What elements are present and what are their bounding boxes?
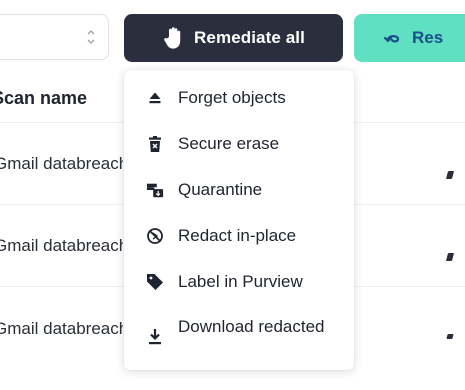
remediate-all-label: Remediate all — [194, 28, 305, 47]
column-header-scan-name: Scan name — [0, 88, 88, 108]
remediate-menu: Forget objects Secure erase Quarantine R… — [124, 70, 354, 370]
menu-item-redact-in-place[interactable]: Redact in-place — [124, 215, 354, 257]
undo-arrow-icon — [384, 35, 400, 43]
scan-select[interactable] — [0, 14, 109, 60]
cell-edge-fragment — [445, 253, 455, 261]
tag-icon — [146, 273, 164, 291]
menu-item-label: Forget objects — [178, 88, 286, 107]
cell-edge-fragment — [446, 334, 454, 339]
menu-item-quarantine[interactable]: Quarantine — [124, 169, 354, 211]
hand-icon — [164, 27, 181, 49]
menu-item-download-redacted[interactable]: Download redacted — [124, 313, 354, 359]
table-cell-scan-name[interactable]: Gmail databreach — [0, 154, 123, 174]
menu-item-label: Redact in-place — [178, 226, 297, 245]
eject-icon — [146, 89, 164, 107]
table-cell-scan-name[interactable]: Gmail databreach — [0, 236, 123, 256]
menu-item-label: Secure erase — [178, 134, 280, 153]
slash-circle-icon — [146, 227, 164, 245]
menu-item-label: Label in Purview — [178, 272, 303, 291]
menu-item-label-in-purview[interactable]: Label in Purview — [124, 261, 354, 303]
restore-label: Res — [412, 28, 444, 47]
remediate-all-button[interactable]: Remediate all — [124, 14, 343, 62]
truck-box-icon — [146, 181, 164, 199]
download-icon — [146, 327, 164, 345]
menu-item-forget-objects[interactable]: Forget objects — [124, 77, 354, 119]
table-cell-scan-name[interactable]: Gmail databreach — [0, 319, 123, 339]
menu-item-label: Download redacted — [178, 317, 325, 336]
restore-button[interactable]: Res — [354, 14, 465, 62]
select-updown-icon — [87, 30, 95, 44]
trash-x-icon — [146, 135, 164, 153]
menu-item-label: Quarantine — [178, 180, 263, 199]
menu-item-secure-erase[interactable]: Secure erase — [124, 123, 354, 165]
cell-edge-fragment — [445, 171, 455, 179]
